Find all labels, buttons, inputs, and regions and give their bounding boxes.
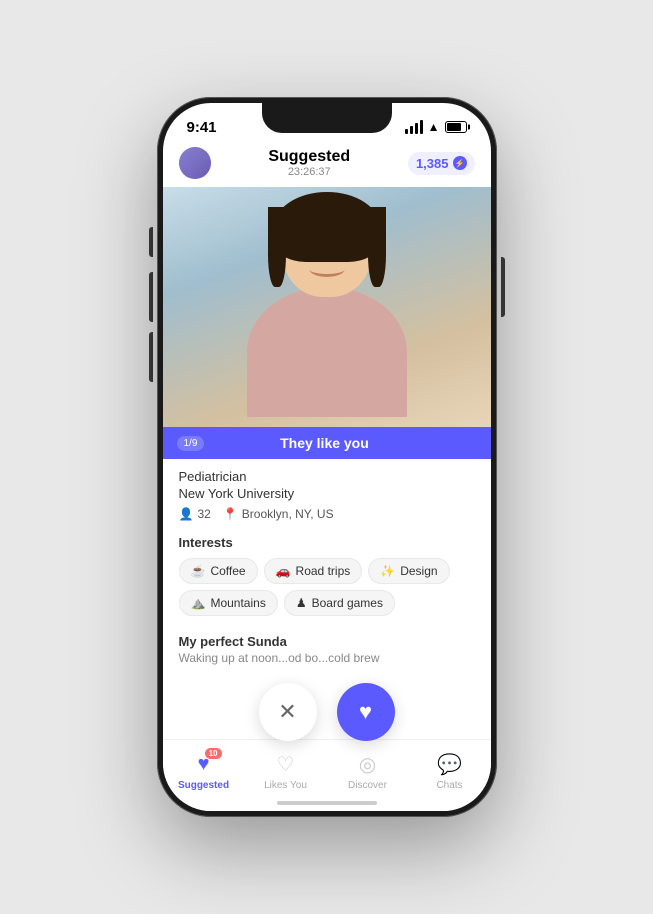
header-timer: 23:26:37 (268, 166, 350, 178)
action-buttons: ✕ ♥ (259, 683, 395, 741)
person-smile (309, 262, 344, 277)
age-meta: 👤 32 (179, 507, 211, 521)
nav-item-discover[interactable]: ◎ Discover (327, 748, 409, 791)
interests-title: Interests (179, 535, 475, 550)
profile-meta: 👤 32 📍 Brooklyn, NY, US (179, 507, 475, 521)
coins-value: 1,385 (416, 156, 449, 171)
like-button[interactable]: ♥ (337, 683, 395, 741)
battery-fill (447, 123, 461, 131)
interests-row-2: ⛰️ Mountains ♟ Board games (179, 590, 475, 616)
signal-bars-icon (405, 120, 423, 134)
road-trips-emoji: 🚗 (276, 564, 291, 578)
battery-icon (445, 121, 467, 133)
road-trips-label: Road trips (296, 564, 351, 578)
board-games-label: Board games (312, 596, 383, 610)
dislike-button[interactable]: ✕ (259, 683, 317, 741)
nav-icon-wrap-likes: ♡ (272, 750, 300, 778)
design-emoji: ✨ (380, 564, 395, 578)
interests-row-1: ☕ Coffee 🚗 Road trips ✨ Design (179, 558, 475, 584)
mountains-label: Mountains (210, 596, 265, 610)
avatar-image (179, 147, 211, 179)
signal-bar-1 (405, 129, 408, 134)
profile-university: New York University (179, 486, 475, 501)
likes-icon: ♡ (277, 752, 295, 777)
chats-icon: 💬 (437, 752, 462, 777)
person-body (247, 287, 407, 417)
coffee-emoji: ☕ (191, 564, 206, 578)
age-icon: 👤 (179, 507, 194, 521)
interest-design: ✨ Design (368, 558, 449, 584)
nav-item-likes[interactable]: ♡ Likes You (245, 748, 327, 791)
volume-down-button (149, 332, 153, 382)
volume-up-button (149, 272, 153, 322)
location-icon: 📍 (223, 507, 238, 521)
power-button (501, 257, 505, 317)
profile-job: Pediatrician (179, 469, 475, 484)
signal-bar-3 (415, 123, 418, 134)
location-meta: 📍 Brooklyn, NY, US (223, 507, 334, 521)
signal-bar-4 (420, 120, 423, 134)
nav-item-chats[interactable]: 💬 Chats (409, 748, 491, 791)
interest-coffee: ☕ Coffee (179, 558, 258, 584)
person-eye-right (344, 235, 352, 243)
interest-mountains: ⛰️ Mountains (179, 590, 278, 616)
user-avatar[interactable] (179, 147, 211, 179)
profile-image-container[interactable] (163, 187, 491, 427)
age-value: 32 (197, 507, 210, 521)
likes-label: Likes You (264, 780, 307, 791)
phone-screen: 9:41 ▲ Suggested 23:26:37 (163, 103, 491, 811)
person-eyes (302, 235, 352, 243)
notch (262, 103, 392, 133)
profile-counter-badge: 1/9 (177, 436, 205, 451)
coffee-label: Coffee (210, 564, 245, 578)
about-text: Waking up at noon...od bo...cold brew (179, 651, 475, 665)
interests-section: Interests ☕ Coffee 🚗 Road trips ✨ Design… (163, 529, 491, 630)
discover-label: Discover (348, 780, 387, 791)
mountains-emoji: ⛰️ (191, 596, 206, 610)
nav-item-suggested[interactable]: ♥ 10 Suggested (163, 748, 245, 791)
interest-board-games: ♟ Board games (284, 590, 395, 616)
app-header: Suggested 23:26:37 1,385 ⚡ (163, 143, 491, 187)
person-head (282, 197, 372, 297)
dislike-icon: ✕ (278, 699, 296, 725)
suggested-badge: 10 (205, 748, 222, 759)
design-label: Design (400, 564, 437, 578)
header-center: Suggested 23:26:37 (268, 148, 350, 178)
discover-icon: ◎ (359, 752, 376, 777)
coin-icon: ⚡ (453, 156, 467, 170)
person-eye-left (302, 235, 310, 243)
signal-bar-2 (410, 126, 413, 134)
like-icon: ♥ (359, 699, 372, 725)
profile-details: Pediatrician New York University 👤 32 📍 … (163, 459, 491, 529)
status-time: 9:41 (187, 119, 217, 136)
phone-frame: 9:41 ▲ Suggested 23:26:37 (157, 97, 497, 817)
about-section: My perfect Sunda Waking up at noon...od … (163, 630, 491, 665)
header-title: Suggested (268, 148, 350, 166)
coins-display[interactable]: 1,385 ⚡ (408, 152, 475, 175)
suggested-label: Suggested (178, 780, 229, 791)
status-icons: ▲ (405, 120, 467, 134)
nav-icon-wrap-discover: ◎ (354, 750, 382, 778)
nav-icon-wrap-chats: 💬 (436, 750, 464, 778)
profile-photo (227, 197, 427, 427)
about-title: My perfect Sunda (179, 634, 475, 649)
mute-button (149, 227, 153, 257)
wifi-icon: ▲ (428, 120, 440, 134)
nav-icon-wrap-suggested: ♥ 10 (190, 750, 218, 778)
board-games-emoji: ♟ (296, 596, 307, 610)
home-indicator (277, 801, 377, 805)
person-hair-top (274, 192, 380, 262)
location-value: Brooklyn, NY, US (242, 507, 334, 521)
like-text: They like you (204, 435, 444, 451)
interest-road-trips: 🚗 Road trips (264, 558, 363, 584)
like-banner: 1/9 They like you (163, 427, 491, 459)
chats-label: Chats (436, 780, 462, 791)
